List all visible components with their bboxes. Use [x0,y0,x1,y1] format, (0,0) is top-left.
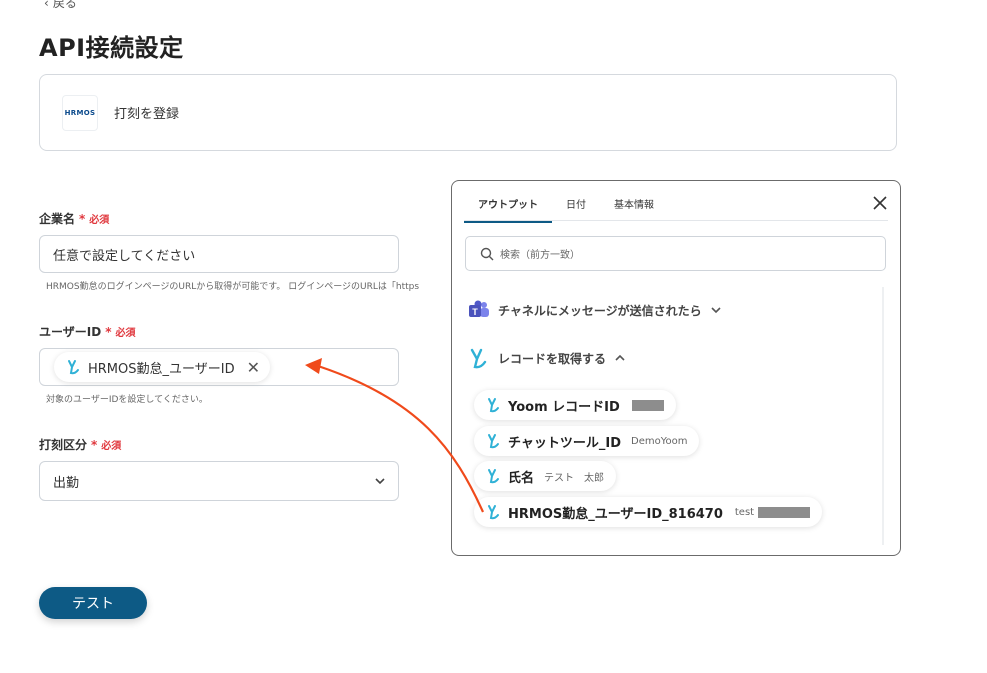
hrmos-logo: HRMOS [62,94,98,131]
output-item-value: テスト 太郎 [544,472,605,484]
output-item-label: Yoom レコードID [508,399,620,415]
user-id-field-label: ユーザーID * 必須 [39,323,135,340]
test-button[interactable]: テスト [39,587,147,619]
group-channel-message[interactable]: T チャネルにメッセージが送信されたら [468,299,722,321]
output-item-value: DemoYoom [631,435,688,447]
yoom-icon [488,434,499,449]
output-item-chat-tool-id[interactable]: チャットツール_ID DemoYoom [474,426,700,456]
group-label: チャネルにメッセージが送信されたら [498,303,702,318]
yoom-icon [488,469,499,484]
company-field-label: 企業名 * 必須 [39,210,109,227]
company-placeholder: 任意で設定してください [53,248,196,264]
group-get-record[interactable]: レコードを取得する [468,347,626,369]
yoom-icon [470,348,487,369]
tab-date[interactable]: 日付 [552,193,600,223]
output-panel: アウトプット 日付 基本情報 検索（前方一致） T チャネルにメッセージが送信さ… [451,180,901,556]
yoom-icon [68,360,79,375]
back-label: 戻る [52,0,77,10]
app-action-label: 打刻を登録 [114,107,180,122]
user-id-chip-label: HRMOS勤怠_ユーザーID [88,361,235,377]
user-id-label-text: ユーザーID [39,325,102,339]
output-item-value: test [734,506,755,518]
required-label: 必須 [101,441,122,452]
search-icon [480,247,494,260]
chevron-down-icon [375,478,385,485]
yoom-icon [488,398,499,413]
output-tabs: アウトプット 日付 基本情報 [464,193,668,223]
user-id-hint: 対象のユーザーIDを設定してください。 [46,395,208,405]
company-input[interactable]: 任意で設定してください [39,235,399,273]
user-id-input[interactable]: HRMOS勤怠_ユーザーID ✕ [39,348,399,386]
chevron-up-icon [615,354,625,361]
teams-icon: T [469,300,489,317]
back-link[interactable]: ‹ 戻る [44,0,77,11]
remove-chip-icon[interactable]: ✕ [247,358,260,377]
output-item-label: 氏名 [508,470,535,486]
required-label: 必須 [89,215,110,226]
yoom-icon [488,505,499,520]
required-asterisk: * [105,324,112,339]
page-title: API接続設定 [39,34,184,62]
company-label-text: 企業名 [39,212,76,226]
chevron-left-icon: ‹ [44,0,49,10]
app-action-card: HRMOS 打刻を登録 [39,74,897,151]
search-placeholder: 検索（前方一致） [500,250,580,261]
output-item-label: チャットツール_ID [508,435,621,451]
redacted-value [631,399,664,411]
punch-type-value: 出勤 [53,475,80,491]
required-asterisk: * [91,437,98,452]
tabs-divider [464,220,888,221]
output-item-name[interactable]: 氏名 テスト 太郎 [474,461,617,491]
user-id-variable-chip[interactable]: HRMOS勤怠_ユーザーID ✕ [54,352,270,382]
punch-type-field-label: 打刻区分 * 必須 [39,436,121,453]
required-asterisk: * [79,211,86,226]
scrollbar[interactable] [882,287,884,545]
output-item-hrmos-user-id[interactable]: HRMOS勤怠_ユーザーID_816470 test [474,497,823,527]
chevron-down-icon [711,307,721,314]
tab-basic-info[interactable]: 基本情報 [600,193,668,223]
svg-text:T: T [472,307,478,317]
tab-output[interactable]: アウトプット [464,193,552,223]
output-item-yoom-record-id[interactable]: Yoom レコードID [474,390,676,420]
punch-type-select[interactable]: 出勤 [39,461,399,501]
search-input[interactable]: 検索（前方一致） [465,236,886,271]
group-label: レコードを取得する [498,351,607,366]
punch-type-label-text: 打刻区分 [39,438,88,452]
company-hint: HRMOS勤怠のログインページのURLから取得が可能です。 ログインページのUR… [46,282,420,292]
required-label: 必須 [115,328,136,339]
output-item-label: HRMOS勤怠_ユーザーID_816470 [508,506,723,522]
close-icon[interactable] [872,195,888,211]
redacted-value [758,506,811,518]
